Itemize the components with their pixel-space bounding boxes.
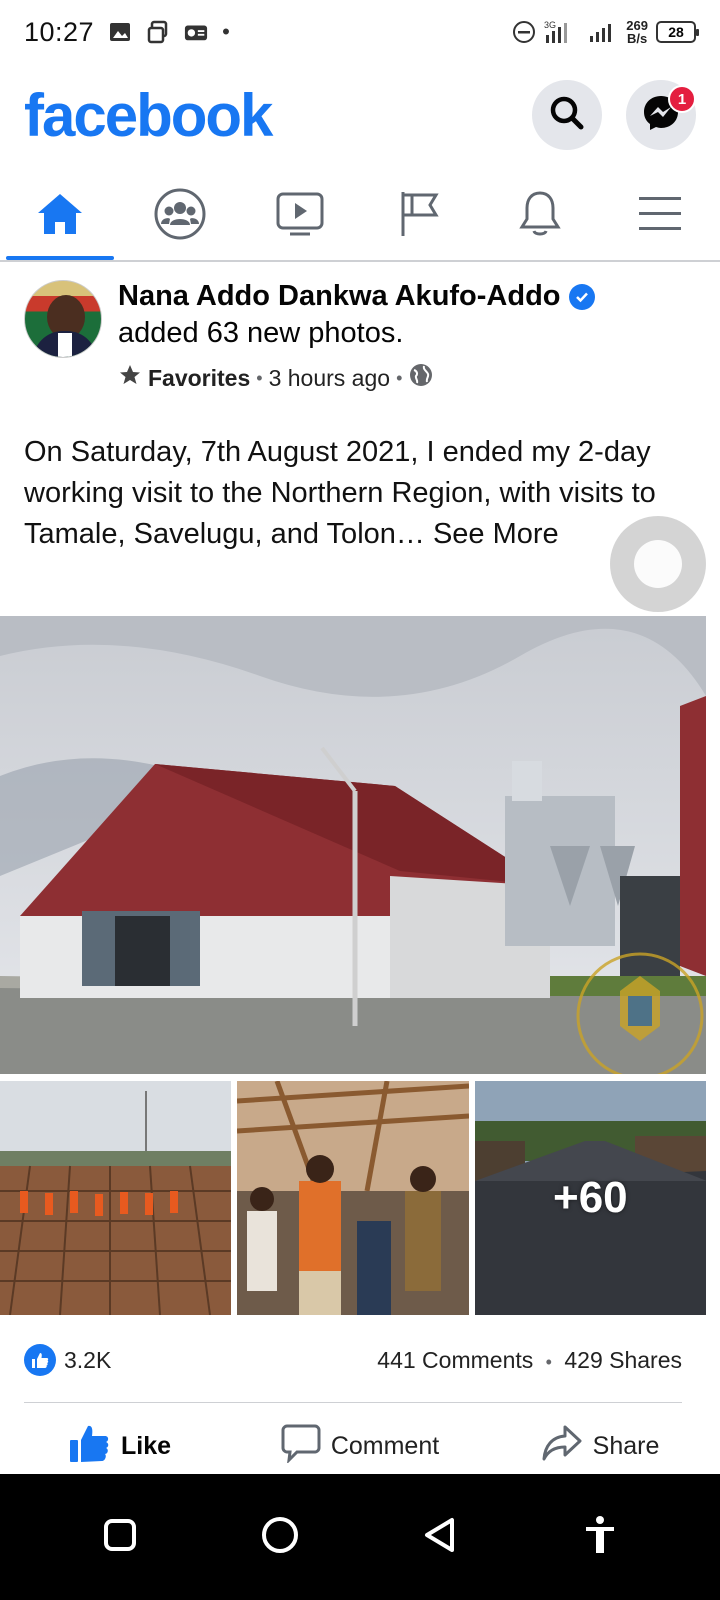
post-subline: Favorites • 3 hours ago • bbox=[118, 362, 595, 394]
share-label: Share bbox=[592, 1431, 660, 1460]
network-speed-unit: B/s bbox=[627, 31, 648, 46]
post-action-text: added 63 new photos. bbox=[118, 317, 404, 349]
globe-icon bbox=[408, 362, 434, 394]
home-nav-button[interactable] bbox=[250, 1507, 310, 1567]
comment-button[interactable]: Comment bbox=[240, 1418, 480, 1474]
comment-icon bbox=[281, 1423, 321, 1470]
post-time[interactable]: 3 hours ago bbox=[269, 365, 390, 392]
post-main-photo[interactable] bbox=[0, 616, 706, 1074]
status-bar: 10:27 • 3G 269 B/s 28 bbox=[0, 0, 720, 64]
back-button[interactable] bbox=[410, 1507, 470, 1567]
app-header: facebook 1 bbox=[0, 70, 720, 160]
accessibility-icon bbox=[584, 1515, 616, 1560]
facebook-logo[interactable]: facebook bbox=[24, 81, 273, 150]
square-icon bbox=[103, 1518, 137, 1557]
post-thumbnail[interactable] bbox=[0, 1081, 232, 1315]
separator-dot: • bbox=[256, 367, 263, 388]
tab-notifications[interactable] bbox=[480, 172, 600, 260]
like-label: Like bbox=[120, 1431, 172, 1460]
android-navigation-bar bbox=[0, 1474, 720, 1600]
circle-icon bbox=[260, 1515, 300, 1560]
floating-assistive-button[interactable] bbox=[610, 516, 706, 612]
battery-icon: 28 bbox=[656, 21, 699, 43]
search-button[interactable] bbox=[532, 80, 602, 150]
post-meta: Nana Addo Dankwa Akufo-Addo added 63 new… bbox=[118, 280, 595, 394]
home-icon bbox=[35, 191, 85, 242]
signal-icon bbox=[588, 20, 618, 44]
audience-label[interactable]: Favorites bbox=[148, 365, 250, 392]
star-icon bbox=[118, 363, 142, 393]
radio-notification-icon bbox=[184, 20, 208, 44]
separator-dot: • bbox=[545, 1351, 552, 1372]
flag-icon bbox=[398, 189, 442, 244]
status-time: 10:27 bbox=[24, 16, 95, 47]
tab-watch[interactable] bbox=[240, 172, 360, 260]
groups-icon bbox=[153, 187, 207, 246]
gallery-notification-icon bbox=[108, 20, 132, 44]
reactions-summary: 3.2K 441 Comments • 429 Shares bbox=[24, 1340, 682, 1380]
share-button[interactable]: Share bbox=[480, 1418, 720, 1474]
shares-count[interactable]: 429 Shares bbox=[564, 1347, 682, 1373]
sync-notification-icon bbox=[146, 20, 170, 44]
recent-apps-button[interactable] bbox=[90, 1507, 150, 1567]
tab-pages[interactable] bbox=[360, 172, 480, 260]
verified-badge-icon bbox=[568, 283, 595, 310]
watch-icon bbox=[275, 191, 325, 242]
messenger-button[interactable]: 1 bbox=[626, 80, 696, 150]
status-left-icons: • bbox=[108, 19, 230, 45]
header-actions: 1 bbox=[532, 80, 696, 150]
likes-count[interactable]: 3.2K bbox=[64, 1347, 111, 1374]
battery-level: 28 bbox=[668, 24, 684, 40]
tab-groups[interactable] bbox=[120, 172, 240, 260]
signal-3g-icon: 3G bbox=[544, 20, 580, 44]
post-actions: Like Comment Share bbox=[0, 1418, 720, 1474]
post-body: On Saturday, 7th August 2021, I ended my… bbox=[24, 436, 656, 550]
do-not-disturb-icon bbox=[512, 20, 536, 44]
status-dot: • bbox=[222, 19, 230, 44]
author-name[interactable]: Nana Addo Dankwa Akufo-Addo bbox=[118, 280, 561, 313]
author-avatar[interactable] bbox=[24, 280, 102, 358]
post-text: On Saturday, 7th August 2021, I ended my… bbox=[24, 432, 694, 555]
separator-dot: • bbox=[396, 367, 403, 388]
tab-home[interactable] bbox=[0, 172, 120, 260]
share-arrow-icon bbox=[541, 1424, 583, 1469]
post-thumbnail-row: +60 bbox=[0, 1081, 706, 1315]
accessibility-button[interactable] bbox=[570, 1507, 630, 1567]
engagement-counts: 441 Comments • 429 Shares bbox=[377, 1347, 682, 1374]
more-photos-count: +60 bbox=[474, 1081, 706, 1315]
network-speed: 269 B/s bbox=[626, 19, 648, 45]
back-triangle-icon bbox=[422, 1516, 458, 1559]
see-more-link[interactable]: See More bbox=[433, 518, 559, 550]
like-reaction-icon bbox=[24, 1344, 56, 1376]
post-thumbnail[interactable] bbox=[237, 1081, 469, 1315]
hamburger-menu-icon bbox=[637, 194, 683, 239]
svg-text:3G: 3G bbox=[544, 20, 556, 30]
status-right-icons: 3G 269 B/s 28 bbox=[512, 19, 699, 45]
messenger-badge: 1 bbox=[668, 85, 696, 113]
tab-menu[interactable] bbox=[600, 172, 720, 260]
post-thumbnail-more[interactable]: +60 bbox=[474, 1081, 706, 1315]
comments-count[interactable]: 441 Comments bbox=[377, 1347, 533, 1373]
bell-icon bbox=[518, 189, 562, 244]
thumbs-up-icon bbox=[69, 1423, 111, 1470]
divider bbox=[24, 1402, 682, 1403]
author-line: Nana Addo Dankwa Akufo-Addo bbox=[118, 280, 595, 313]
like-button[interactable]: Like bbox=[0, 1418, 240, 1474]
post-header: Nana Addo Dankwa Akufo-Addo added 63 new… bbox=[24, 280, 704, 394]
main-nav-tabs bbox=[0, 172, 720, 262]
comment-label: Comment bbox=[330, 1431, 440, 1460]
search-icon bbox=[547, 93, 587, 138]
